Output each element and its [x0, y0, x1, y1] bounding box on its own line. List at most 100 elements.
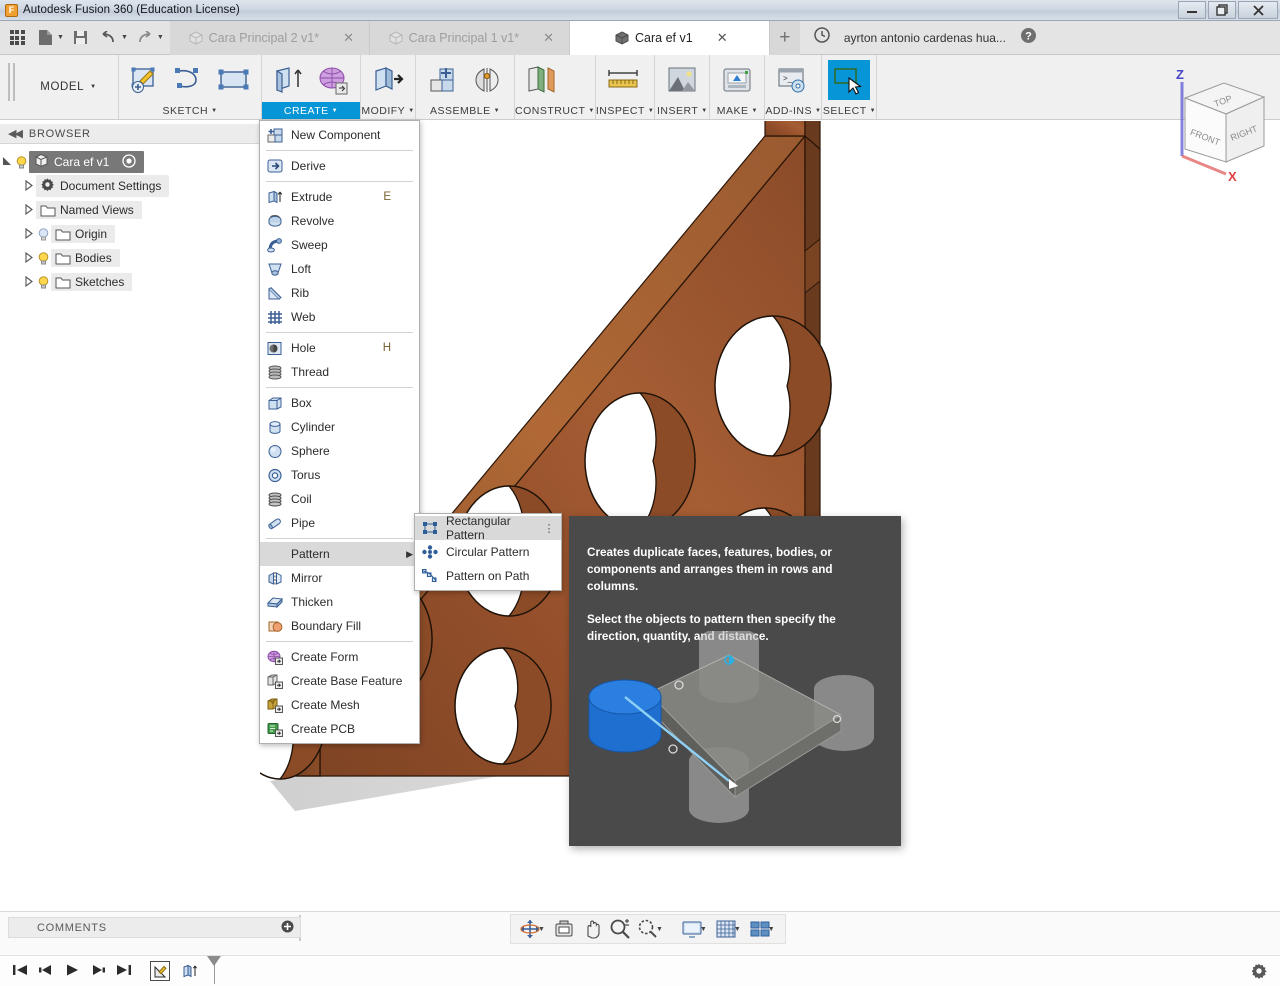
visibility-bulb-icon[interactable]: [14, 155, 29, 170]
ribbon-panel-label-modify[interactable]: MODIFY ▼: [361, 102, 415, 119]
tab-close-icon[interactable]: ✕: [717, 30, 728, 46]
3d-print-icon[interactable]: [716, 60, 758, 100]
chevron-down-icon[interactable]: ▼: [734, 926, 741, 933]
minimize-button[interactable]: [1178, 1, 1206, 19]
menu-item-thread[interactable]: Thread: [260, 360, 419, 384]
ribbon-grip[interactable]: [8, 63, 15, 101]
ribbon-panel-label-insert[interactable]: INSERT ▼: [655, 102, 709, 119]
visibility-bulb-icon[interactable]: [36, 275, 51, 290]
menu-item-thicken[interactable]: Thicken: [260, 590, 419, 614]
visibility-bulb-icon[interactable]: [36, 227, 51, 242]
new-tab-button[interactable]: +: [769, 21, 800, 55]
tab-cara-principal-2[interactable]: Cara Principal 2 v1* ✕: [169, 21, 370, 55]
menu-item-derive[interactable]: Derive: [260, 154, 419, 178]
zoom-button[interactable]: [607, 916, 633, 942]
create-form-icon[interactable]: [312, 60, 354, 100]
tree-row-named-views[interactable]: Named Views: [0, 198, 259, 222]
menu-item-web[interactable]: Web: [260, 305, 419, 329]
tree-row-root[interactable]: Cara ef v1: [0, 150, 259, 174]
workspace-selector[interactable]: MODEL ▼: [19, 55, 119, 119]
menu-item-boundary-fill[interactable]: Boundary Fill: [260, 614, 419, 638]
clock-icon[interactable]: [814, 27, 830, 48]
file-caret-icon[interactable]: ▼: [57, 34, 64, 41]
look-at-button[interactable]: [551, 916, 577, 942]
ribbon-panel-label-construct[interactable]: CONSTRUCT ▼: [515, 102, 595, 119]
menu-item-sweep[interactable]: Sweep: [260, 233, 419, 257]
menu-item-hole[interactable]: Hole H: [260, 336, 419, 360]
chevron-right-icon[interactable]: [22, 275, 36, 289]
ribbon-panel-label-addins[interactable]: ADD-INS ▼: [765, 102, 821, 119]
tree-item-origin[interactable]: Origin: [51, 225, 116, 243]
viewports-button[interactable]: ▼: [747, 916, 779, 942]
menu-item-torus[interactable]: Torus: [260, 463, 419, 487]
comments-panel[interactable]: COMMENTS: [8, 917, 301, 938]
undo-caret-icon[interactable]: ▼: [121, 34, 128, 41]
menu-item-extrude[interactable]: Extrude E: [260, 185, 419, 209]
create-sketch-icon[interactable]: [125, 60, 167, 100]
ribbon-panel-label-make[interactable]: MAKE ▼: [710, 102, 764, 119]
menu-item-cylinder[interactable]: Cylinder: [260, 415, 419, 439]
menu-item-sphere[interactable]: Sphere: [260, 439, 419, 463]
timeline-step-back-button[interactable]: [38, 963, 54, 980]
timeline-go-to-beginning-button[interactable]: [12, 963, 28, 980]
ribbon-panel-label-select[interactable]: SELECT ▼: [822, 102, 876, 119]
ribbon-panel-label-sketch[interactable]: SKETCH ▼: [119, 102, 261, 119]
submenu-item-pattern-on-path[interactable]: Pattern on Path: [415, 564, 561, 588]
restore-button[interactable]: [1208, 1, 1236, 19]
activate-component-icon[interactable]: [122, 153, 137, 171]
file-icon[interactable]: [32, 25, 58, 51]
chevron-down-icon[interactable]: ▼: [700, 926, 707, 933]
menu-item-coil[interactable]: Coil: [260, 487, 419, 511]
expand-arrow-icon[interactable]: [0, 156, 14, 169]
tab-close-icon[interactable]: ✕: [543, 30, 554, 46]
menu-item-revolve[interactable]: Revolve: [260, 209, 419, 233]
ribbon-panel-label-inspect[interactable]: INSPECT ▼: [596, 102, 654, 119]
tab-cara-principal-1[interactable]: Cara Principal 1 v1* ✕: [369, 21, 570, 55]
redo-caret-icon[interactable]: ▼: [157, 34, 164, 41]
construct-plane-icon[interactable]: [521, 60, 563, 100]
tree-row-bodies[interactable]: Bodies: [0, 246, 259, 270]
timeline-play-button[interactable]: [64, 963, 80, 980]
tree-root-hit[interactable]: Cara ef v1: [29, 151, 145, 173]
tree-item-sketches[interactable]: Sketches: [51, 273, 133, 291]
menu-item-create-form[interactable]: Create Form: [260, 645, 419, 669]
ribbon-panel-label-assemble[interactable]: ASSEMBLE ▼: [416, 102, 514, 119]
tab-close-icon[interactable]: ✕: [343, 30, 354, 46]
extrude-icon[interactable]: [268, 60, 310, 100]
timeline-go-to-end-button[interactable]: [116, 963, 132, 980]
grid-snaps-button[interactable]: ▼: [713, 916, 745, 942]
help-icon[interactable]: ?: [1020, 27, 1037, 49]
tree-row-sketches[interactable]: Sketches: [0, 270, 259, 294]
press-pull-icon[interactable]: [367, 60, 409, 100]
submenu-item-rectangular-pattern[interactable]: Rectangular Pattern ⋮: [415, 514, 561, 542]
overflow-menu-icon[interactable]: ⋮: [544, 522, 556, 535]
app-grid-icon[interactable]: [4, 25, 30, 51]
collapse-browser-icon[interactable]: ◀◀: [8, 127, 23, 140]
chevron-down-icon[interactable]: ▼: [538, 926, 545, 933]
rectangle-icon[interactable]: [213, 60, 255, 100]
tree-item-bodies[interactable]: Bodies: [51, 249, 120, 267]
close-button[interactable]: [1238, 1, 1278, 19]
display-settings-button[interactable]: ▼: [679, 916, 711, 942]
menu-item-pattern[interactable]: Pattern ▶: [260, 542, 419, 566]
joint-icon[interactable]: [466, 60, 508, 100]
tab-cara-ef[interactable]: Cara ef v1 ✕: [569, 21, 770, 55]
pan-button[interactable]: [579, 916, 605, 942]
menu-item-rib[interactable]: Rib: [260, 281, 419, 305]
menu-item-loft[interactable]: Loft: [260, 257, 419, 281]
save-icon[interactable]: [68, 25, 94, 51]
menu-item-create-base-feature[interactable]: Create Base Feature: [260, 669, 419, 693]
menu-item-create-pcb[interactable]: Create PCB: [260, 717, 419, 741]
chevron-right-icon[interactable]: [22, 251, 36, 265]
timeline-marker[interactable]: [207, 956, 221, 984]
measure-icon[interactable]: [602, 60, 644, 100]
tree-row-document-settings[interactable]: Document Settings: [0, 174, 259, 198]
chevron-right-icon[interactable]: [22, 227, 36, 241]
timeline-extrude-feature-icon[interactable]: [180, 961, 200, 981]
visibility-bulb-icon[interactable]: [36, 251, 51, 266]
view-cube[interactable]: Z X TOP FRONT RIGHT: [1152, 64, 1280, 186]
fit-button[interactable]: ▼: [635, 916, 667, 942]
tree-row-origin[interactable]: Origin: [0, 222, 259, 246]
scripts-addins-icon[interactable]: >_: [771, 60, 813, 100]
menu-item-create-mesh[interactable]: Create Mesh: [260, 693, 419, 717]
